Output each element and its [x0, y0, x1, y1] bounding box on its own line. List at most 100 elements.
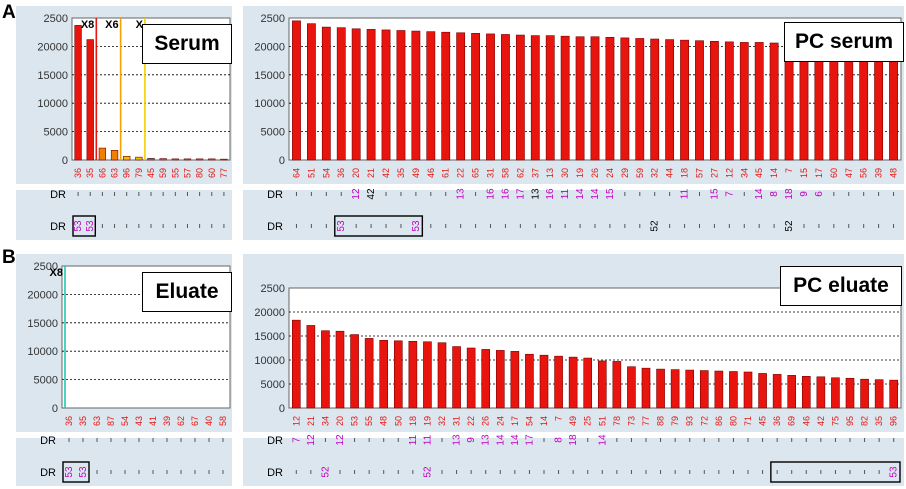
panel-label-a: A	[2, 2, 16, 23]
x-tick-label: 88	[656, 416, 666, 426]
bar	[685, 369, 695, 409]
bar	[560, 35, 570, 161]
bar	[680, 39, 689, 161]
y-tick-label: 2500	[261, 13, 285, 25]
dr-value: 6	[814, 191, 825, 197]
bar	[86, 39, 94, 161]
dr-value: 12	[351, 188, 362, 200]
bar	[74, 25, 82, 161]
dr-value: 13	[481, 434, 492, 446]
x-tick-label: 71	[743, 416, 753, 426]
bar	[411, 30, 421, 161]
x-tick-label: 39	[162, 416, 172, 426]
dr-value: 8	[554, 437, 565, 443]
bar	[452, 346, 461, 409]
x-tick-label: 93	[685, 416, 695, 426]
x-tick-label: 35	[396, 168, 406, 178]
x-tick-label: 47	[844, 168, 854, 178]
x-tick-label: 36	[772, 416, 782, 426]
bar	[366, 29, 376, 161]
bar	[710, 40, 719, 161]
bar	[147, 157, 155, 161]
bar	[466, 347, 476, 409]
bar	[539, 354, 549, 409]
bar	[695, 40, 704, 161]
x-tick-label: 49	[568, 416, 578, 426]
bar	[335, 330, 345, 409]
x-tick-label: 27	[709, 168, 719, 178]
x-tick-label: 72	[699, 416, 709, 426]
threshold-label: X8	[81, 19, 94, 31]
x-tick-label: 26	[481, 416, 491, 426]
dr-value: 16	[486, 188, 497, 200]
y-tick-label: 0	[279, 403, 285, 415]
dr-value: 14	[754, 188, 765, 200]
x-tick-label: 12	[291, 416, 301, 426]
x-tick-label: 66	[97, 168, 107, 178]
dr-value: 12	[306, 434, 317, 446]
x-tick-label: 37	[530, 168, 540, 178]
dr-value: 53	[85, 220, 96, 232]
bar	[724, 41, 734, 161]
bar	[135, 156, 143, 161]
bar	[568, 356, 578, 409]
x-tick-label: 96	[889, 416, 899, 426]
bar	[510, 351, 520, 409]
y-tick-label: 5000	[261, 127, 285, 139]
x-tick-label: 19	[575, 168, 585, 178]
dr-value: 52	[320, 466, 331, 478]
y-tick-label: 20000	[27, 289, 58, 301]
legend-serum: Serum	[142, 24, 232, 64]
x-tick-label: 60	[207, 168, 217, 178]
bar	[554, 355, 563, 409]
dr-value: 13	[456, 188, 467, 200]
x-tick-label: 48	[889, 168, 899, 178]
x-tick-label: 36	[64, 416, 74, 426]
x-tick-label: 40	[204, 416, 214, 426]
x-tick-label: 57	[694, 168, 704, 178]
bar	[456, 32, 466, 161]
dr-value: 17	[524, 434, 535, 446]
x-tick-label: 59	[635, 168, 645, 178]
y-tick-label: 5000	[34, 375, 58, 387]
x-tick-label: 32	[650, 168, 660, 178]
bar	[159, 158, 167, 161]
bar	[525, 353, 534, 409]
dr-row-label: DR	[267, 221, 283, 233]
x-tick-label: 86	[714, 416, 724, 426]
x-tick-label: 17	[814, 168, 824, 178]
x-tick-label: 22	[456, 168, 466, 178]
bar	[408, 340, 418, 409]
dr-value: 52	[650, 220, 661, 232]
x-tick-label: 87	[106, 416, 116, 426]
x-tick-label: 34	[739, 168, 749, 178]
x-tick-label: 35	[874, 416, 884, 426]
dr-value: 53	[64, 466, 75, 478]
bar	[743, 371, 753, 409]
x-tick-label: 60	[829, 168, 839, 178]
dr-value: 13	[452, 434, 463, 446]
x-tick-label: 42	[816, 416, 826, 426]
x-tick-label: 25	[583, 416, 593, 426]
bar	[772, 374, 782, 409]
dr-row-label: DR	[40, 467, 56, 479]
bar	[208, 158, 216, 161]
x-tick-label: 7	[554, 416, 564, 421]
dr-value: 16	[500, 188, 511, 200]
y-tick-label: 15000	[254, 331, 285, 343]
dr-value: 42	[366, 188, 377, 200]
x-tick-label: 58	[500, 168, 510, 178]
bar	[364, 338, 374, 409]
x-tick-label: 80	[195, 168, 205, 178]
bar	[754, 42, 764, 161]
bar	[729, 371, 738, 409]
x-tick-label: 41	[148, 416, 158, 426]
bar	[183, 158, 192, 161]
x-tick-label: 35	[78, 416, 88, 426]
bar	[620, 37, 630, 161]
x-tick-label: 54	[120, 416, 130, 426]
x-tick-label: 35	[85, 168, 95, 178]
dr-value: 52	[422, 466, 433, 478]
x-tick-label: 62	[176, 416, 186, 426]
x-tick-label: 49	[411, 168, 421, 178]
